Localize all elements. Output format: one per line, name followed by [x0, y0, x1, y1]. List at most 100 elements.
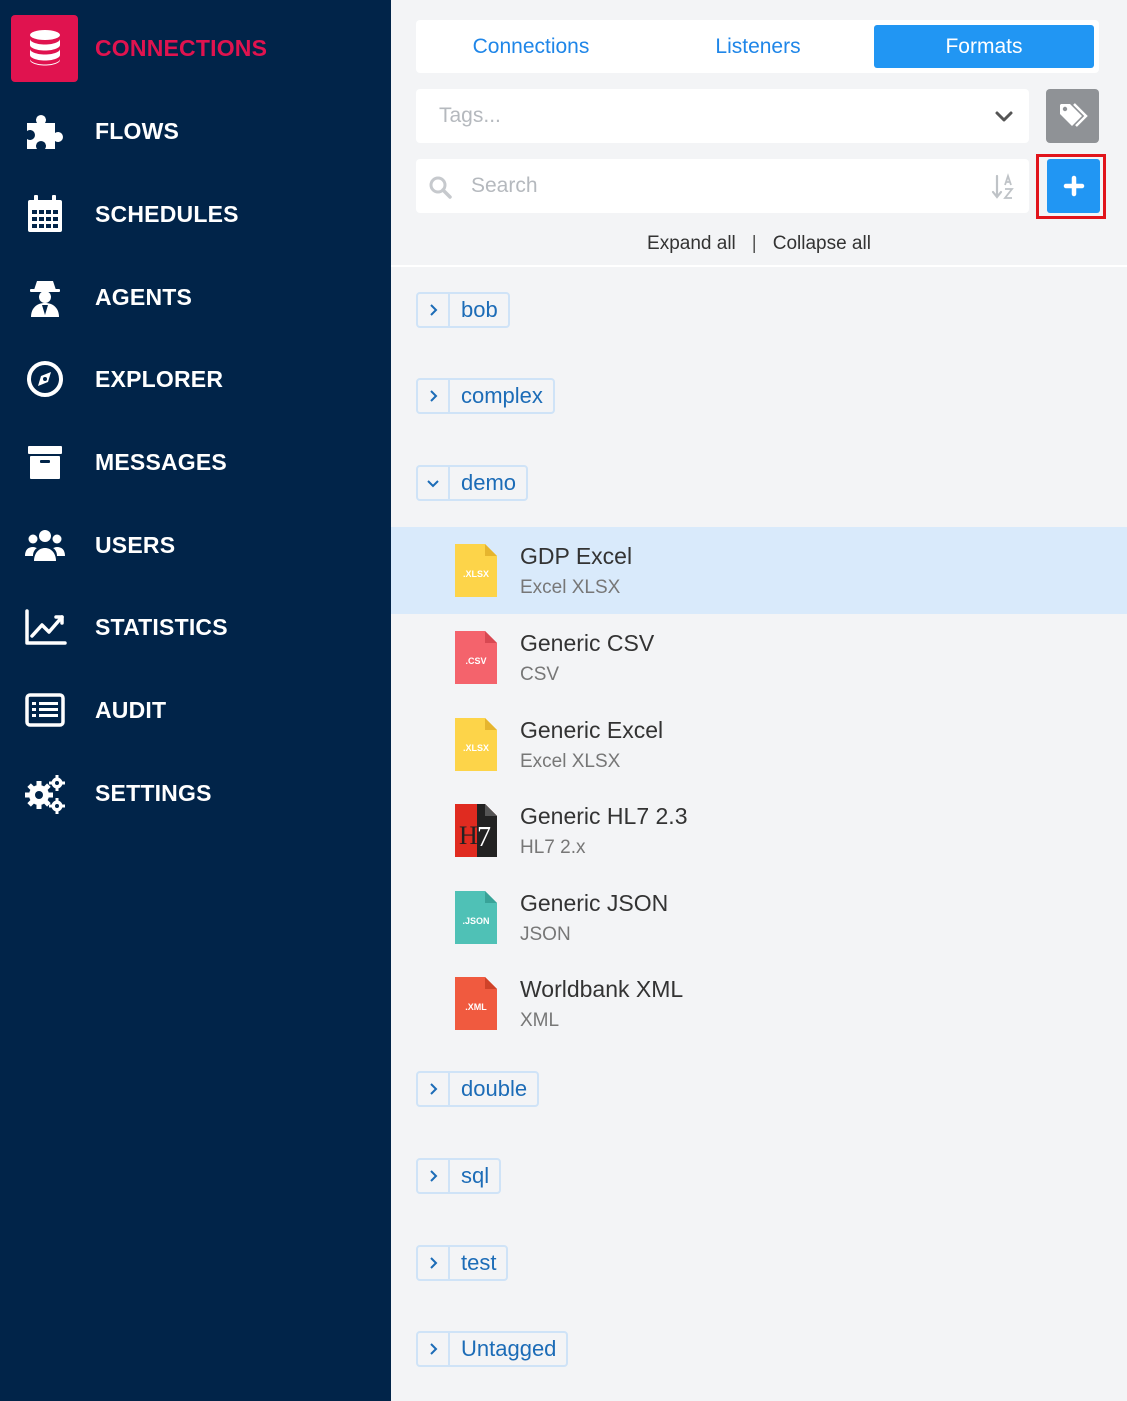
group-label: sql [461, 1163, 490, 1188]
sidebar-item-label: AUDIT [95, 696, 167, 723]
group-untagged[interactable]: Untagged [416, 1331, 569, 1367]
format-item-worldbank-xml[interactable]: .XML Worldbank XML XML [391, 960, 1127, 1047]
sidebar-item-label: SCHEDULES [95, 200, 239, 227]
format-name: Generic Excel [520, 717, 664, 743]
sidebar-item-label: MESSAGES [95, 448, 227, 475]
search-box [416, 159, 1029, 213]
format-type: HL7 2.x [520, 837, 586, 858]
expand-all-link[interactable]: Expand all [647, 233, 736, 255]
group-bob[interactable]: bob [416, 292, 510, 328]
sidebar-item-label: STATISTICS [95, 613, 228, 640]
xlsx-file-icon: .XLSX [455, 718, 497, 771]
group-label: test [461, 1250, 497, 1275]
group-complex[interactable]: complex [416, 378, 555, 414]
sidebar-item-label: USERS [95, 531, 176, 558]
tab-connections[interactable]: Connections [421, 25, 641, 68]
sidebar-item-explorer[interactable]: EXPLORER [0, 339, 391, 419]
chevron-right-icon [418, 1160, 450, 1192]
calendar-icon [11, 181, 78, 248]
sidebar-item-flows[interactable]: FLOWS [0, 91, 391, 171]
search-icon [429, 176, 452, 199]
format-type: XML [520, 1010, 560, 1031]
group-demo[interactable]: demo [416, 465, 529, 501]
chevron-right-icon [418, 1073, 450, 1105]
sidebar-item-connections[interactable]: CONNECTIONS [0, 8, 391, 88]
svg-text:.XML: .XML [465, 1002, 487, 1012]
puzzle-icon [11, 98, 78, 165]
sidebar-item-label: FLOWS [95, 117, 180, 144]
expand-collapse-bar: Expand all | Collapse all [391, 228, 1127, 260]
format-name: GDP Excel [520, 543, 633, 569]
tags-icon [1059, 103, 1088, 127]
users-icon [11, 512, 78, 579]
chart-line-icon [11, 594, 78, 661]
format-item-generic-hl7[interactable]: H7 Generic HL7 2.3 HL7 2.x [391, 787, 1127, 874]
archive-icon [11, 429, 78, 496]
group-label: complex [461, 383, 543, 408]
chevron-down-icon [418, 467, 450, 499]
format-item-gdp-excel[interactable]: .XLSX GDP Excel Excel XLSX [391, 527, 1127, 614]
group-test[interactable]: test [416, 1245, 509, 1281]
svg-text:.CSV: .CSV [465, 656, 486, 666]
format-type: Excel XLSX [520, 577, 621, 598]
gears-icon [11, 760, 78, 827]
chevron-right-icon [418, 1333, 450, 1365]
collapse-all-link[interactable]: Collapse all [773, 233, 871, 255]
add-format-button[interactable] [1047, 159, 1100, 213]
sidebar-item-statistics[interactable]: STATISTICS [0, 587, 391, 667]
format-item-generic-excel[interactable]: .XLSX Generic Excel Excel XLSX [391, 701, 1127, 788]
tab-formats[interactable]: Formats [874, 25, 1094, 68]
sidebar-item-users[interactable]: USERS [0, 505, 391, 585]
format-name: Generic JSON [520, 890, 669, 916]
sidebar-item-settings[interactable]: SETTINGS [0, 753, 391, 833]
tab-bar: Connections Listeners Formats [416, 20, 1099, 73]
database-icon [11, 14, 78, 82]
compass-icon [11, 346, 78, 413]
sidebar-item-label: AGENTS [95, 283, 193, 310]
sidebar: CONNECTIONS FLOWS SCHEDULES AGENTS EXPLO… [0, 0, 391, 1401]
svg-text:.XLSX: .XLSX [463, 569, 489, 579]
format-type: Excel XLSX [520, 751, 621, 772]
svg-text:H: H [459, 821, 478, 850]
format-name: Generic CSV [520, 630, 655, 656]
format-item-generic-json[interactable]: .JSON Generic JSON JSON [391, 874, 1127, 961]
csv-file-icon: .CSV [455, 631, 497, 684]
svg-text:.JSON: .JSON [462, 916, 489, 926]
tab-listeners[interactable]: Listeners [648, 25, 868, 68]
svg-text:7: 7 [477, 822, 491, 853]
chevron-right-icon [418, 1247, 450, 1279]
group-double[interactable]: double [416, 1071, 540, 1107]
sidebar-item-label: EXPLORER [95, 365, 224, 392]
format-item-generic-csv[interactable]: .CSV Generic CSV CSV [391, 614, 1127, 701]
json-file-icon: .JSON [455, 891, 497, 944]
divider [391, 265, 1127, 267]
sidebar-item-audit[interactable]: AUDIT [0, 670, 391, 750]
group-sql[interactable]: sql [416, 1158, 502, 1194]
format-type: JSON [520, 924, 571, 945]
tags-button[interactable] [1046, 89, 1099, 143]
xlsx-file-icon: .XLSX [455, 544, 497, 597]
chevron-right-icon [418, 380, 450, 412]
separator: | [751, 233, 757, 254]
group-label: bob [461, 297, 498, 322]
tags-select[interactable]: Tags... [416, 89, 1029, 143]
sidebar-item-agents[interactable]: AGENTS [0, 257, 391, 337]
plus-icon [1063, 175, 1084, 197]
search-input[interactable] [466, 163, 966, 209]
format-name: Worldbank XML [520, 976, 684, 1002]
group-label: double [461, 1076, 528, 1101]
tags-placeholder: Tags... [439, 104, 501, 127]
format-name: Generic HL7 2.3 [520, 803, 688, 829]
group-label: demo [461, 470, 517, 495]
sidebar-item-label: SETTINGS [95, 779, 212, 806]
xml-file-icon: .XML [455, 977, 497, 1030]
main-panel: Connections Listeners Formats Tags... Ex… [391, 0, 1127, 1401]
sidebar-item-schedules[interactable]: SCHEDULES [0, 174, 391, 254]
svg-text:.XLSX: .XLSX [463, 743, 489, 753]
list-icon [11, 677, 78, 744]
chevron-right-icon [418, 294, 450, 326]
sort-alpha-icon[interactable] [991, 173, 1017, 201]
sidebar-item-messages[interactable]: MESSAGES [0, 422, 391, 502]
sidebar-item-label: CONNECTIONS [95, 34, 268, 61]
hl7-file-icon: H7 [455, 804, 497, 857]
